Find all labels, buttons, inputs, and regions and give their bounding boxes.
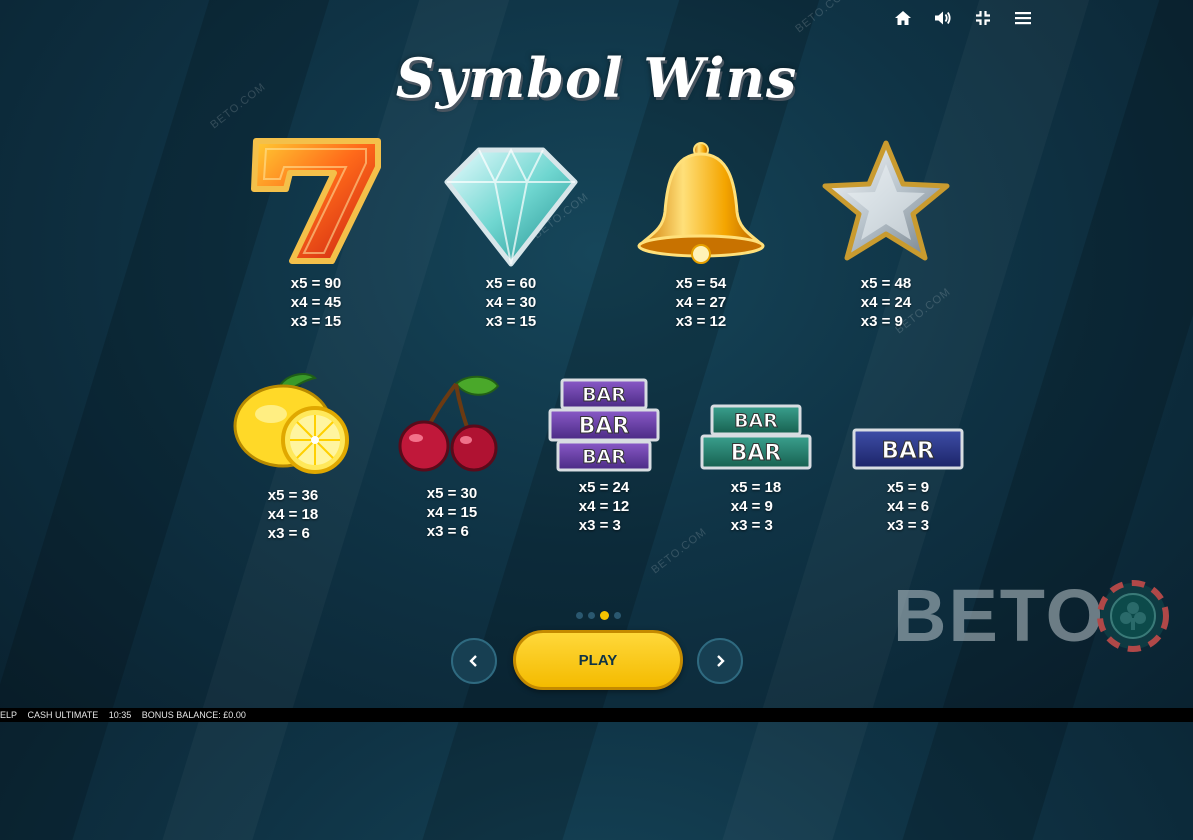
help-label[interactable]: ELP — [0, 710, 17, 720]
paytable: x5 = 9 x4 = 6 x3 = 3 — [887, 478, 929, 535]
pay-line: x5 = 18 — [730, 479, 782, 496]
top-toolbar — [893, 8, 1033, 28]
beto-logo: BETO — [893, 574, 1170, 657]
pay-line: x3 = 12 — [675, 313, 727, 330]
home-icon[interactable] — [893, 8, 913, 28]
bar-label: BAR — [579, 414, 630, 439]
bell-icon — [637, 142, 765, 264]
menu-icon[interactable] — [1013, 8, 1033, 28]
chevron-right-icon — [717, 655, 725, 667]
symbol-bell: x5 = 54 x4 = 27 x3 = 12 — [601, 138, 801, 331]
sound-icon[interactable] — [933, 8, 953, 28]
pay-line: x3 = 6 — [426, 523, 469, 540]
bar-label: BAR — [734, 410, 778, 432]
pay-line: x4 = 24 — [860, 294, 912, 311]
bar-label: BAR — [582, 446, 626, 468]
symbol-single-bar: BAR x5 = 9 x4 = 6 x3 = 3 — [808, 428, 1008, 535]
single-bar-icon: BAR — [852, 428, 964, 470]
double-bar-icon: BAR BAR — [700, 404, 812, 470]
pay-line: x3 = 3 — [578, 517, 621, 534]
pay-line: x4 = 6 — [886, 498, 930, 515]
paytable: x5 = 54 x4 = 27 x3 = 12 — [676, 274, 726, 331]
paytable: x5 = 90 x4 = 45 x3 = 15 — [291, 274, 341, 331]
play-button[interactable]: PLAY — [513, 630, 683, 690]
bar-label: BAR — [582, 384, 626, 406]
next-page-button[interactable] — [697, 638, 743, 684]
lemon-icon — [233, 373, 349, 474]
page-dot[interactable] — [576, 612, 583, 619]
pay-line: x5 = 24 — [578, 479, 630, 496]
triple-bar-icon: BAR BAR BAR — [548, 378, 660, 472]
pay-line: x5 = 60 — [485, 275, 537, 292]
pay-line: x5 = 90 — [290, 275, 342, 292]
pagination-dots — [576, 611, 621, 620]
diamond-icon — [444, 147, 578, 267]
pay-line: x4 = 30 — [485, 294, 537, 311]
pay-line: x4 = 12 — [578, 498, 630, 515]
paytable: x5 = 18 x4 = 9 x3 = 3 — [731, 478, 781, 535]
pay-line: x5 = 30 — [426, 485, 478, 502]
pay-line: x5 = 9 — [886, 479, 930, 496]
fullscreen-exit-icon[interactable] — [973, 8, 993, 28]
clock: 10:35 — [108, 710, 132, 720]
pay-line: x5 = 48 — [860, 275, 912, 292]
symbol-diamond: x5 = 60 x4 = 30 x3 = 15 — [411, 140, 611, 331]
paytable: x5 = 48 x4 = 24 x3 = 9 — [861, 274, 911, 331]
pay-line: x5 = 54 — [675, 275, 727, 292]
cherries-icon — [398, 375, 500, 472]
pay-line: x4 = 27 — [675, 294, 727, 311]
bar-label: BAR — [731, 441, 782, 466]
pay-line: x3 = 15 — [485, 313, 537, 330]
page-dot[interactable] — [588, 612, 595, 619]
symbol-star: x5 = 48 x4 = 24 x3 = 9 — [786, 138, 986, 331]
bonus-balance: BONUS BALANCE: £0.00 — [141, 710, 246, 720]
pay-line: x3 = 6 — [267, 525, 310, 542]
pay-line: x4 = 45 — [290, 294, 342, 311]
paytable: x5 = 60 x4 = 30 x3 = 15 — [486, 274, 536, 331]
symbol-seven: x5 = 90 x4 = 45 x3 = 15 — [216, 133, 416, 331]
page-dot-active[interactable] — [600, 611, 609, 620]
status-bar: ELP CASH ULTIMATE 10:35 BONUS BALANCE: £… — [0, 708, 1193, 722]
pay-line: x5 = 36 — [267, 487, 319, 504]
page-dot[interactable] — [614, 612, 621, 619]
star-icon — [822, 140, 950, 261]
logo-text: BETO — [893, 574, 1106, 657]
page-title: Symbol Wins — [395, 46, 798, 110]
pay-line: x3 = 3 — [730, 517, 773, 534]
pay-line: x4 = 15 — [426, 504, 478, 521]
seven-icon — [251, 138, 381, 264]
pay-line: x3 = 3 — [886, 517, 930, 534]
pay-line: x3 = 15 — [290, 313, 342, 330]
pay-line: x4 = 9 — [730, 498, 773, 515]
chevron-left-icon — [469, 655, 477, 667]
pay-line: x3 = 9 — [860, 313, 903, 330]
paytable: x5 = 36 x4 = 18 x3 = 6 — [268, 486, 318, 543]
paytable: x5 = 24 x4 = 12 x3 = 3 — [579, 478, 629, 535]
paytable: x5 = 30 x4 = 15 x3 = 6 — [427, 484, 477, 541]
game-name: CASH ULTIMATE — [27, 710, 99, 720]
poker-chip-icon — [1097, 580, 1170, 652]
previous-page-button[interactable] — [451, 638, 497, 684]
bar-label: BAR — [881, 438, 934, 464]
pay-line: x4 = 18 — [267, 506, 319, 523]
